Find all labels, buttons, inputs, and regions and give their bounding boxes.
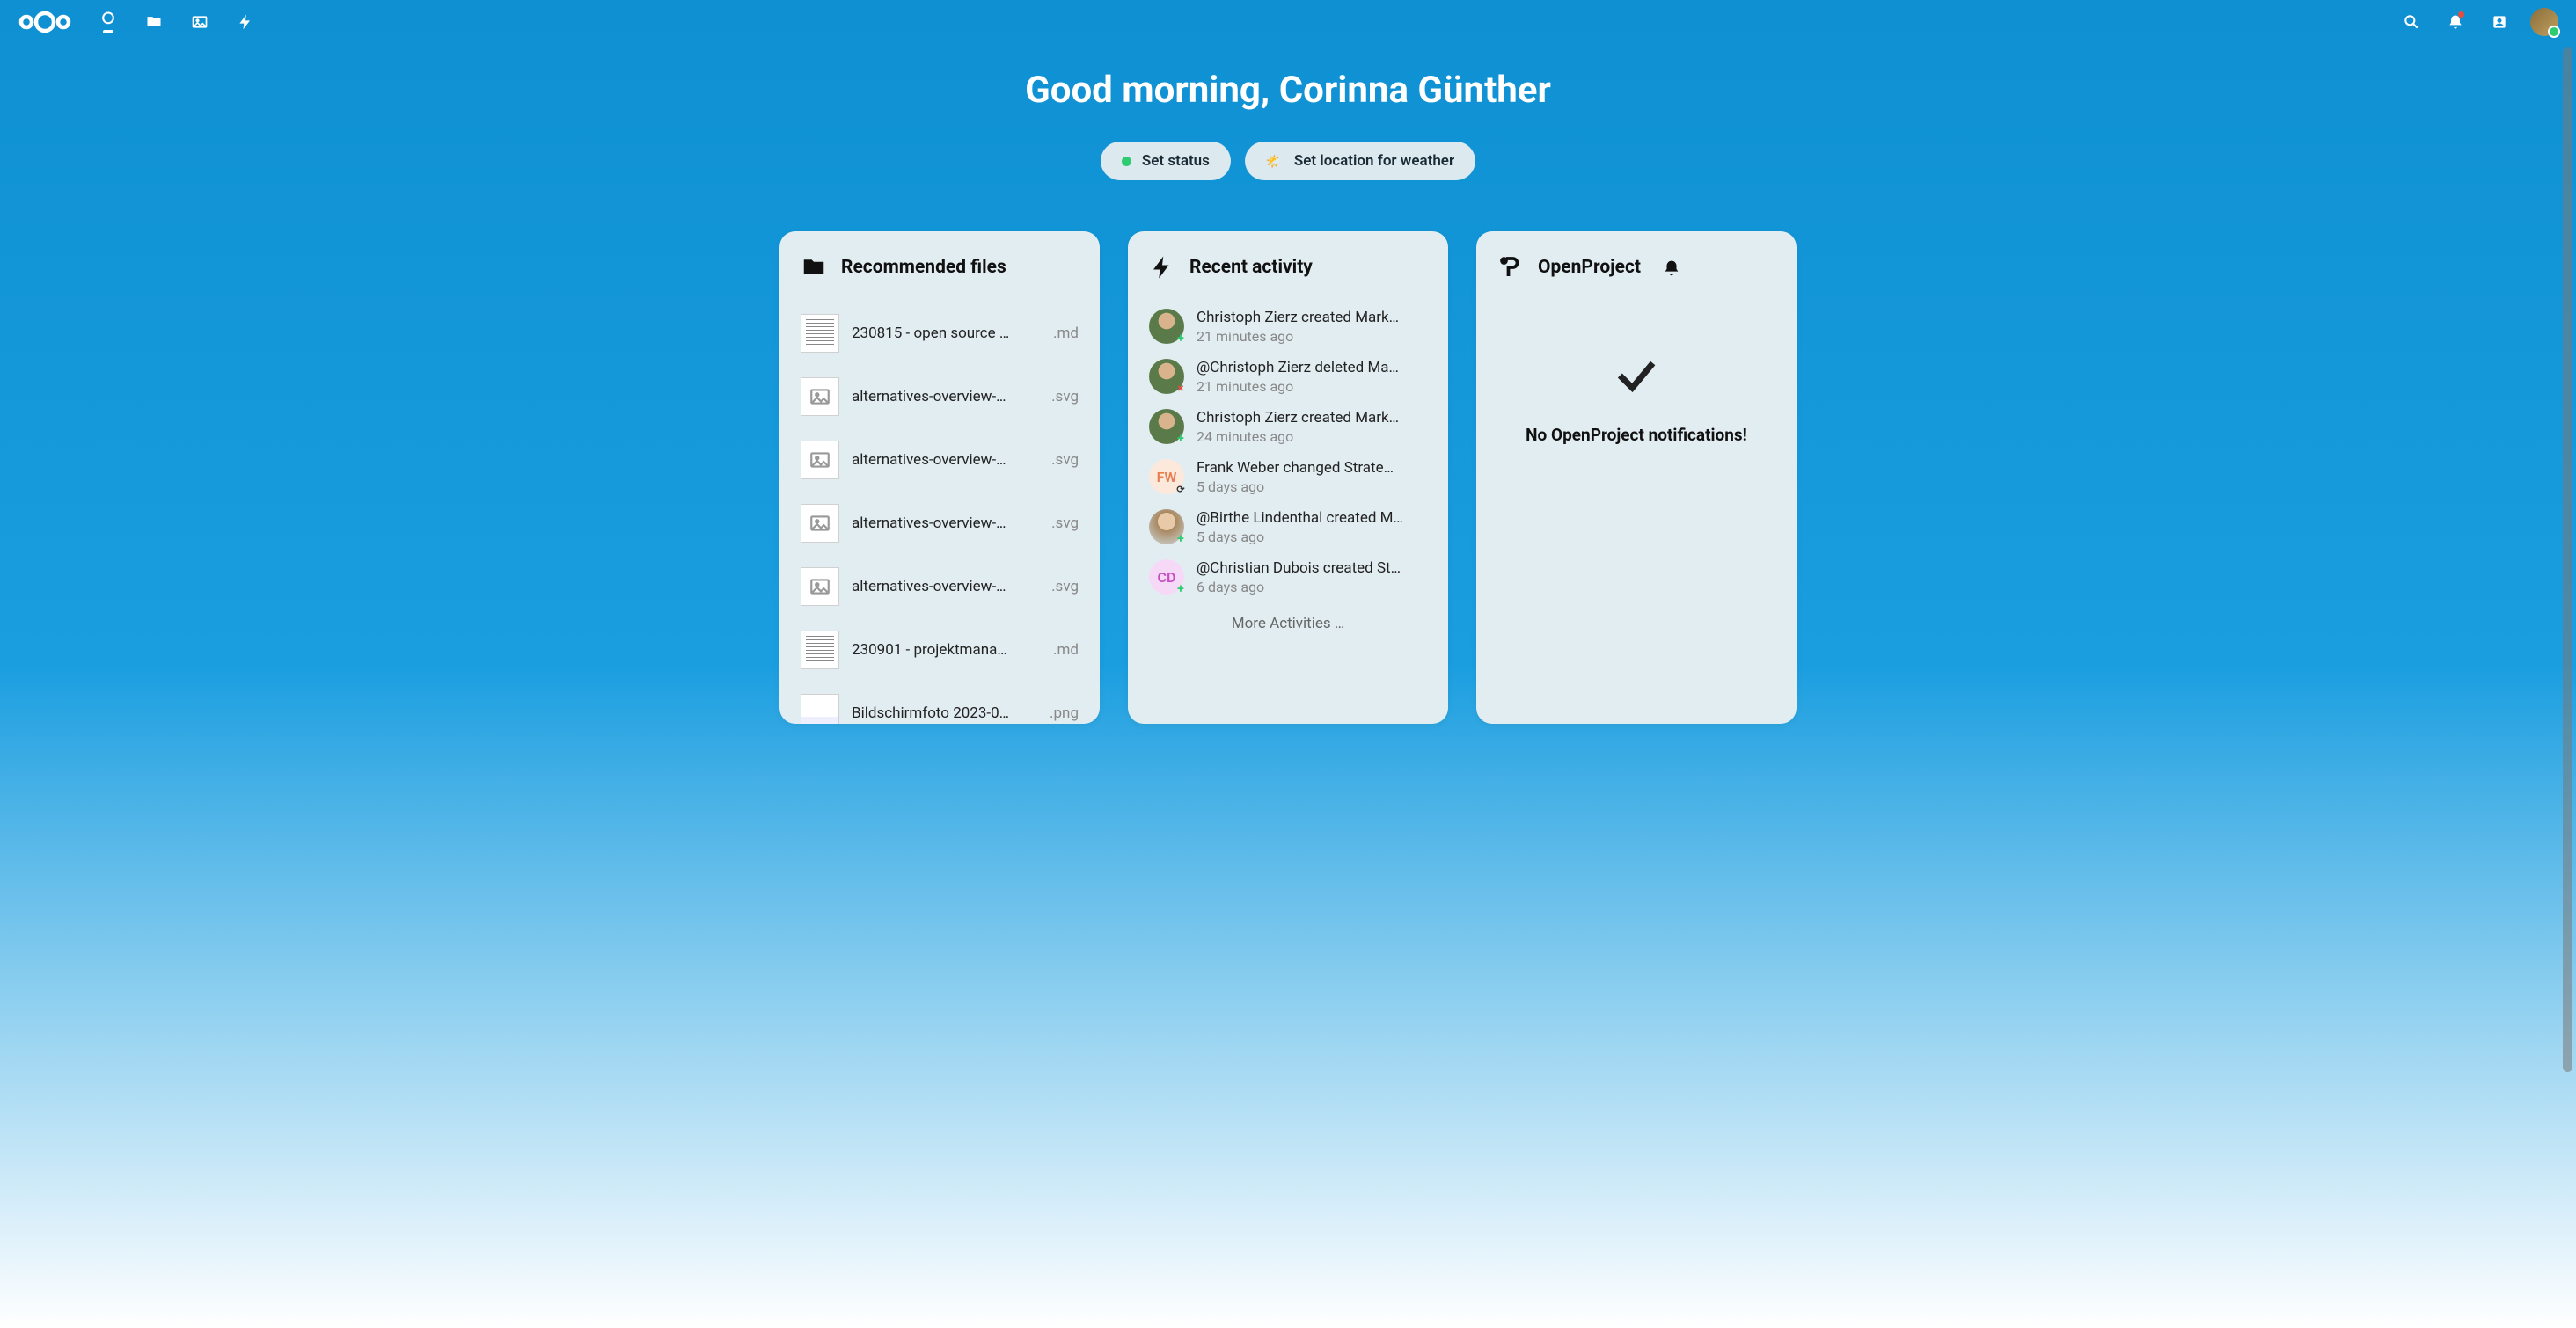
activity-badge-icon: × [1174,382,1188,396]
set-weather-label: Set location for weather [1294,152,1454,170]
file-item[interactable]: 230815 - open source … .md [801,302,1079,365]
file-thumbnail [801,631,839,669]
recent-activity-widget: Recent activity + Christoph Zierz created… [1128,231,1448,724]
activity-text: Frank Weber changed Strate… [1197,459,1427,477]
activity-text: @Christian Dubois created St… [1197,559,1427,577]
contacts-icon[interactable] [2477,0,2521,44]
activity-text: Christoph Zierz created Mark… [1197,409,1427,427]
file-extension: .md [1053,641,1079,659]
activity-avatar: + [1149,409,1184,444]
activity-time: 5 days ago [1197,529,1427,545]
activity-text: @Christoph Zierz deleted Ma… [1197,359,1427,376]
activity-time: 21 minutes ago [1197,378,1427,395]
activity-badge-icon: + [1174,332,1188,346]
file-item[interactable]: 230901 - projektmana… .md [801,618,1079,682]
file-extension: .svg [1051,451,1079,469]
activity-badge-icon: + [1174,532,1188,546]
activity-item[interactable]: FW⟳ Frank Weber changed Strate…5 days ago [1149,452,1427,502]
recommended-files-title: Recommended files [841,257,1006,278]
folder-icon [801,254,827,281]
openproject-title: OpenProject [1538,257,1641,278]
file-name: Bildschirmfoto 2023-0… [852,704,1037,722]
status-dot-icon [1122,157,1131,166]
top-right-icons [2389,0,2567,44]
set-status-button[interactable]: Set status [1101,142,1231,180]
set-weather-button[interactable]: 🌤️ Set location for weather [1245,142,1475,180]
openproject-empty-state: No OpenProject notifications! [1497,351,1775,445]
openproject-icon [1497,254,1524,281]
file-name: 230815 - open source … [852,325,1041,342]
file-thumbnail [801,377,839,416]
file-item[interactable]: alternatives-overview-… .svg [801,428,1079,492]
file-item[interactable]: alternatives-overview-… .svg [801,365,1079,428]
notification-badge [2458,11,2464,18]
file-name: alternatives-overview-… [852,578,1039,595]
notifications-icon[interactable] [2433,0,2477,44]
file-thumbnail [801,504,839,543]
openproject-widget: OpenProject No OpenProject notifications… [1476,231,1797,724]
activity-item[interactable]: × @Christoph Zierz deleted Ma… 21 minutes … [1149,352,1427,402]
app-nav [86,0,267,44]
nav-activity[interactable] [223,0,267,44]
user-avatar[interactable] [2530,8,2558,36]
set-status-label: Set status [1142,152,1210,170]
activity-item[interactable]: + Christoph Zierz created Mark…24 minutes… [1149,402,1427,452]
file-extension: .png [1050,704,1079,722]
file-item[interactable]: alternatives-overview-… .svg [801,492,1079,555]
activity-icon [1149,254,1175,281]
file-thumbnail [801,567,839,606]
bell-icon [1658,254,1685,281]
activity-time: 24 minutes ago [1197,428,1427,445]
activity-text: @Birthe Lindenthal created M… [1197,509,1427,527]
nav-files[interactable] [132,0,176,44]
activity-text: Christoph Zierz created Mark… [1197,309,1427,326]
activity-item[interactable]: + @Birthe Lindenthal created M… 5 days ago [1149,502,1427,552]
more-activities-link[interactable]: More Activities … [1149,602,1427,632]
activity-avatar: FW⟳ [1149,459,1184,494]
file-extension: .svg [1051,514,1079,532]
activity-avatar: × [1149,359,1184,394]
file-item[interactable]: alternatives-overview-… .svg [801,555,1079,618]
file-name: alternatives-overview-… [852,451,1039,469]
file-name: alternatives-overview-… [852,388,1039,405]
weather-icon: 🌤️ [1266,153,1284,170]
status-buttons: Set status 🌤️ Set location for weather [0,142,2576,180]
activity-badge-icon: + [1174,432,1188,446]
file-thumbnail [801,694,839,724]
file-item[interactable]: Bildschirmfoto 2023-0… .png [801,682,1079,724]
nextcloud-logo[interactable] [18,8,72,36]
status-indicator [2548,26,2560,38]
file-thumbnail [801,441,839,479]
greeting-heading: Good morning, Corinna Günther [0,69,2576,112]
activity-badge-icon: ⟳ [1174,482,1188,496]
file-extension: .md [1053,325,1079,342]
recommended-files-widget: Recommended files 230815 - open source …… [779,231,1100,724]
openproject-empty-text: No OpenProject notifications! [1497,425,1775,445]
nav-photos[interactable] [178,0,222,44]
nav-dashboard[interactable] [86,0,130,44]
activity-time: 5 days ago [1197,478,1427,495]
active-indicator [103,30,113,33]
checkmark-icon [1497,351,1775,404]
search-icon[interactable] [2389,0,2433,44]
activity-item[interactable]: + Christoph Zierz created Mark… 21 minutes… [1149,302,1427,352]
activity-time: 21 minutes ago [1197,328,1427,345]
file-extension: .svg [1051,578,1079,595]
recent-activity-title: Recent activity [1189,257,1313,278]
top-bar [0,0,2576,44]
activity-badge-icon: + [1174,582,1188,596]
file-name: alternatives-overview-… [852,514,1039,532]
file-thumbnail [801,314,839,353]
activity-avatar: + [1149,509,1184,544]
activity-time: 6 days ago [1197,579,1427,595]
activity-avatar: CD+ [1149,559,1184,595]
dashboard-widgets: Recommended files 230815 - open source …… [0,231,2576,741]
file-name: 230901 - projektmana… [852,641,1041,659]
activity-item[interactable]: CD+ @Christian Dubois created St… 6 days a… [1149,552,1427,602]
activity-avatar: + [1149,309,1184,344]
file-extension: .svg [1051,388,1079,405]
background-clouds [0,1029,2576,1328]
